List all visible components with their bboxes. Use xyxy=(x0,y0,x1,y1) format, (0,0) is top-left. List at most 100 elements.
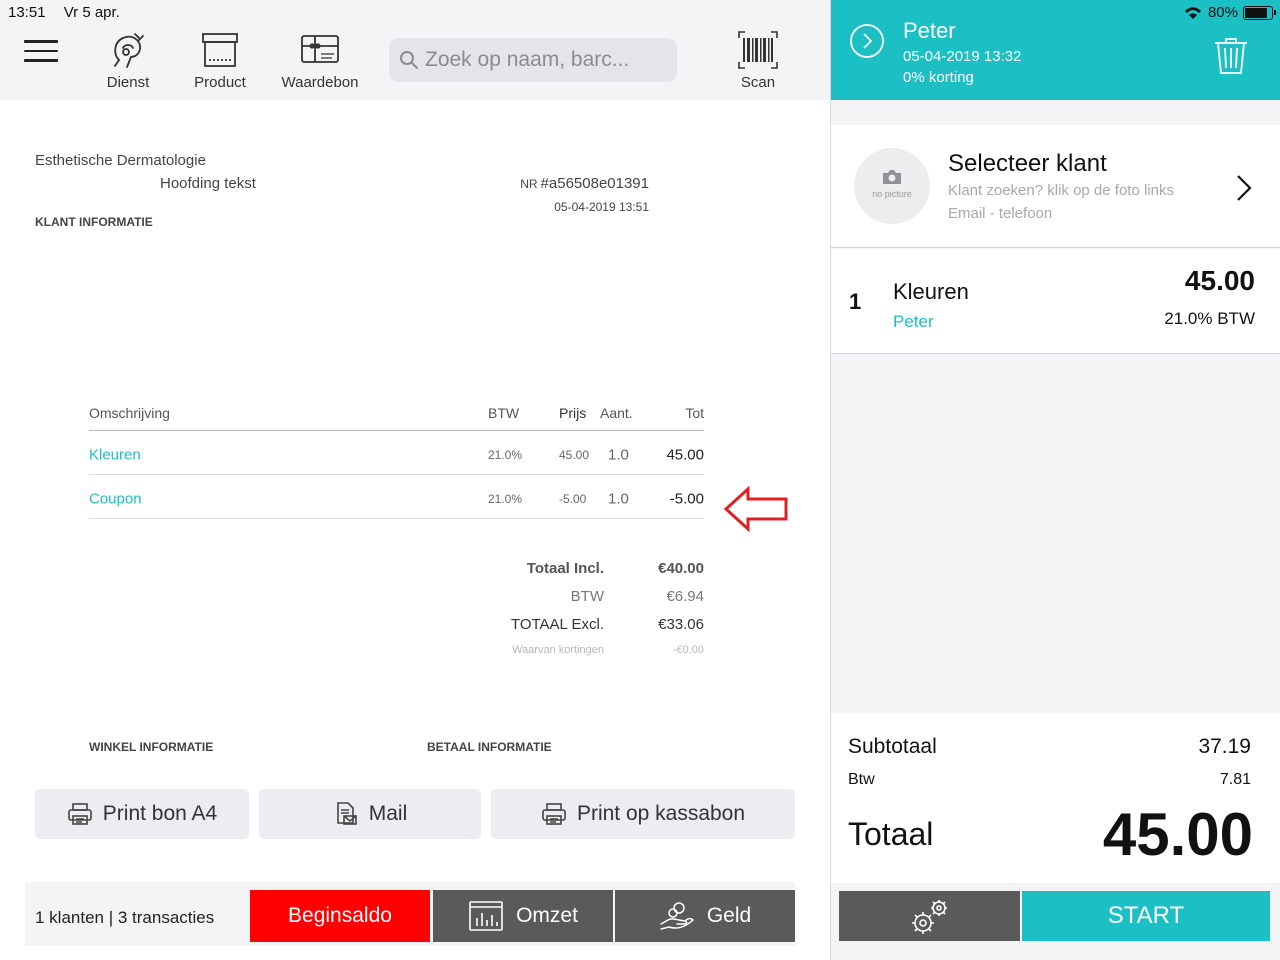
payment-info-label: BETAAL INFORMATIE xyxy=(427,740,552,752)
col-qty: Aant. xyxy=(600,405,633,421)
table-header: Omschrijving BTW Prijs Aant. Tot xyxy=(89,400,704,431)
row-qty: 1.0 xyxy=(608,446,629,464)
start-label: START xyxy=(1107,902,1185,929)
print-a4-button[interactable]: Print bon A4 xyxy=(35,789,249,839)
discounts-label: Waarvan kortingen xyxy=(512,644,604,656)
receipt-number: NR #a56508e01391 xyxy=(520,175,649,192)
line-qty: 1 xyxy=(849,289,862,314)
printer-icon xyxy=(542,803,566,825)
ticket-customer-name: Peter xyxy=(903,18,956,43)
print-register-button[interactable]: Print op kassabon xyxy=(491,789,795,839)
row-price: 45.00 xyxy=(559,448,590,463)
receipt-pane: 13:51 Vr 5 apr. Dienst Product Waardebon… xyxy=(0,0,830,960)
row-description[interactable]: Coupon xyxy=(89,491,142,508)
row-vat: 21.0% xyxy=(488,492,523,507)
toolbar-product-label: Product xyxy=(194,74,246,91)
discounts-value: -€0.00 xyxy=(672,644,704,656)
avatar[interactable]: no picture xyxy=(854,148,930,224)
toolbar-product-button[interactable]: Product xyxy=(189,30,251,91)
no-picture-label: no picture xyxy=(872,189,912,199)
subtotal-label: Subtotaal xyxy=(848,735,937,758)
total-value: 45.00 xyxy=(1102,801,1253,868)
beginsaldo-button[interactable]: Beginsaldo xyxy=(250,890,430,942)
chevron-right-icon xyxy=(1237,175,1252,201)
product-box-icon xyxy=(202,33,238,67)
annotation-arrow-icon xyxy=(723,485,788,533)
subtotal-value: 37.19 xyxy=(1198,735,1251,758)
scan-button[interactable]: Scan xyxy=(735,30,781,91)
discounts-row: Waarvan kortingen -€0.00 xyxy=(440,642,704,670)
start-button[interactable]: START xyxy=(1022,891,1270,941)
service-icon xyxy=(114,33,144,68)
hamburger-menu-icon[interactable] xyxy=(24,40,58,66)
line-price: 45.00 xyxy=(1184,265,1255,296)
mail-label: Mail xyxy=(368,802,408,825)
voucher-icon xyxy=(301,35,339,63)
beginsaldo-label: Beginsaldo xyxy=(288,904,392,927)
total-excl-label: TOTAAL Excl. xyxy=(510,616,604,633)
col-description: Omschrijving xyxy=(89,405,170,421)
gears-icon xyxy=(911,900,947,934)
chevron-right-circle-icon[interactable] xyxy=(849,23,885,59)
table-row[interactable]: Kleuren 21.0% 45.00 1.0 45.00 xyxy=(89,431,704,475)
receipt-totals: Totaal Incl. €40.00 BTW €6.94 TOTAAL Exc… xyxy=(440,558,704,670)
row-description[interactable]: Kleuren xyxy=(89,447,141,464)
ticket-pane: 80% Peter 05-04-2019 13:32 0% korting no xyxy=(830,0,1280,960)
col-vat: BTW xyxy=(488,405,520,421)
receipt-table: Omschrijving BTW Prijs Aant. Tot Kleuren… xyxy=(89,400,704,519)
vat-value: €6.94 xyxy=(666,588,704,605)
camera-icon xyxy=(883,170,901,184)
status-time: 13:51 xyxy=(8,4,46,21)
omzet-label: Omzet xyxy=(516,904,578,927)
toolbar-dienst-button[interactable]: Dienst xyxy=(103,30,153,91)
btw-value: 7.81 xyxy=(1219,771,1251,788)
line-staff: Peter xyxy=(893,312,934,331)
total-excl-row: TOTAAL Excl. €33.06 xyxy=(440,614,704,642)
battery-icon xyxy=(1243,5,1276,20)
row-qty: 1.0 xyxy=(608,490,629,508)
btw-label: Btw xyxy=(848,771,875,788)
printer-icon xyxy=(67,803,92,825)
money-hand-icon xyxy=(660,902,694,930)
mail-document-icon xyxy=(336,802,357,825)
table-row[interactable]: Coupon 21.0% -5.00 1.0 -5.00 xyxy=(89,475,704,519)
total-incl-label: Totaal Incl. xyxy=(526,560,604,577)
status-bar-left: 13:51 Vr 5 apr. xyxy=(8,4,134,21)
mail-button[interactable]: Mail xyxy=(259,789,481,839)
row-total: -5.00 xyxy=(669,490,704,508)
header-text: Hoofding tekst xyxy=(160,175,256,192)
receipt-number-label: NR xyxy=(520,177,538,191)
geld-button[interactable]: Geld xyxy=(615,890,795,942)
row-vat: 21.0% xyxy=(488,448,523,463)
row-total: 45.00 xyxy=(666,446,704,464)
search-box[interactable] xyxy=(389,38,677,82)
ticket-summary: Subtotaal 37.19 Btw 7.81 Totaal 45.00 xyxy=(831,713,1280,883)
print-register-label: Print op kassabon xyxy=(576,802,746,825)
search-icon xyxy=(400,51,418,69)
omzet-button[interactable]: Omzet xyxy=(433,890,613,942)
select-customer-card[interactable]: no picture Selecteer klant Klant zoeken?… xyxy=(831,125,1280,248)
status-bar-right: 80% xyxy=(1184,4,1276,21)
select-customer-contact: Email - telefoon xyxy=(948,205,1053,222)
toolbar-dienst-label: Dienst xyxy=(106,74,150,91)
shop-info-label: WINKEL INFORMATIE xyxy=(89,740,214,752)
scan-label: Scan xyxy=(740,74,776,91)
trash-icon[interactable] xyxy=(1213,36,1249,76)
settings-button[interactable] xyxy=(839,891,1020,941)
total-incl-row: Totaal Incl. €40.00 xyxy=(440,558,704,586)
status-date: Vr 5 apr. xyxy=(63,4,120,21)
line-vat: 21.0% BTW xyxy=(1164,309,1255,328)
toolbar-waardebon-label: Waardebon xyxy=(281,74,359,91)
select-customer-hint: Klant zoeken? klik op de foto links xyxy=(948,182,1174,199)
ticket-line-item[interactable]: 1 Kleuren Peter 45.00 21.0% BTW xyxy=(831,249,1280,354)
receipt-number-value: #a56508e01391 xyxy=(540,175,649,192)
company-name: Esthetische Dermatologie xyxy=(35,152,206,169)
search-input[interactable] xyxy=(425,44,669,76)
toolbar-waardebon-button[interactable]: Waardebon xyxy=(278,30,362,91)
ticket-datetime: 05-04-2019 13:32 xyxy=(903,48,1022,65)
print-a4-label: Print bon A4 xyxy=(102,802,218,825)
top-toolbar: 13:51 Vr 5 apr. Dienst Product Waardebon… xyxy=(0,0,830,100)
total-incl-value: €40.00 xyxy=(658,560,704,577)
col-price: Prijs xyxy=(559,405,587,421)
geld-label: Geld xyxy=(706,904,752,927)
